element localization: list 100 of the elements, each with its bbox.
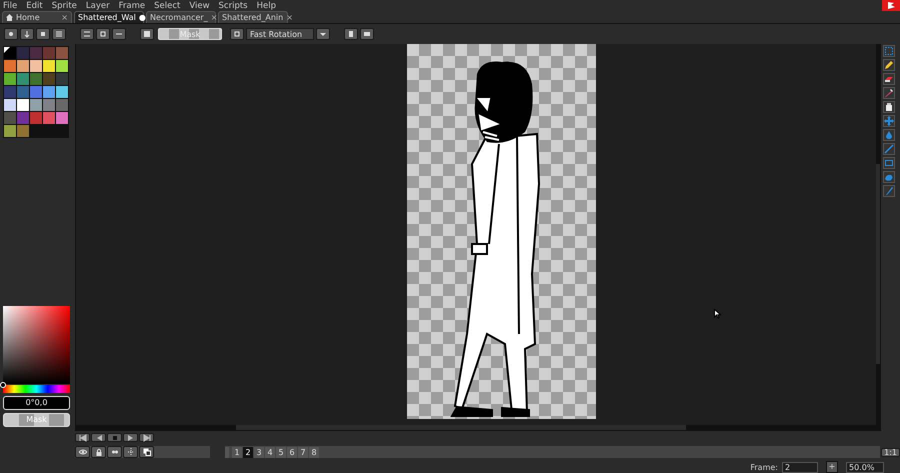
align-left-button[interactable] — [80, 28, 94, 40]
menu-item[interactable]: Help — [256, 0, 276, 10]
smudge-icon[interactable] — [884, 186, 894, 196]
horizontal-scrollbar[interactable] — [76, 425, 880, 430]
app-logo-icon — [882, 0, 900, 11]
dropdown-arrow-button[interactable] — [316, 28, 330, 40]
menu-item[interactable]: Scripts — [218, 0, 248, 10]
color-swatch[interactable] — [17, 112, 29, 124]
pivot-button[interactable] — [230, 28, 244, 40]
document-tab[interactable]: Home × — [2, 11, 72, 23]
first-frame-button[interactable] — [75, 433, 90, 442]
document-tab[interactable]: Necromancer_ × — [146, 11, 216, 23]
color-swatch[interactable] — [43, 60, 55, 72]
document-tab[interactable]: Shattered_Wal ● — [74, 11, 144, 23]
color-swatch[interactable] — [30, 60, 42, 72]
zoom-input[interactable]: 50.0% — [846, 462, 884, 472]
frame-header[interactable]: 2 — [243, 446, 253, 458]
frame-header[interactable]: 1 — [232, 446, 242, 458]
onion-skin-button[interactable] — [107, 446, 122, 458]
color-swatch[interactable] — [30, 112, 42, 124]
move-icon[interactable] — [884, 116, 894, 126]
pin-button[interactable] — [4, 28, 18, 40]
saturation-value-picker[interactable] — [3, 306, 70, 384]
frame-header[interactable]: 3 — [254, 446, 264, 458]
next-frame-button[interactable] — [123, 433, 138, 442]
menu-item[interactable]: View — [189, 0, 210, 10]
close-tab-button[interactable]: ● — [138, 13, 146, 22]
rotation-dropdown[interactable]: Fast Rotation — [246, 28, 314, 40]
color-swatch[interactable] — [56, 112, 68, 124]
color-swatch[interactable] — [43, 86, 55, 98]
color-swatch[interactable] — [56, 47, 68, 59]
frame-input[interactable]: 2 — [782, 462, 818, 472]
color-swatch[interactable] — [4, 60, 16, 72]
color-swatch[interactable] — [43, 73, 55, 85]
color-swatch[interactable] — [56, 99, 68, 111]
color-swatch[interactable] — [4, 47, 16, 59]
color-swatch[interactable] — [43, 112, 55, 124]
color-swatch[interactable] — [30, 73, 42, 85]
align-center-icon — [99, 30, 107, 38]
color-swatch[interactable] — [4, 86, 16, 98]
selection-mode-button[interactable] — [140, 28, 154, 40]
zoom-reset-button[interactable]: 1:1 — [881, 448, 900, 456]
lock-button[interactable] — [91, 446, 106, 458]
layer-button[interactable] — [139, 446, 154, 458]
color-swatch[interactable] — [17, 73, 29, 85]
color-swatch[interactable] — [17, 47, 29, 59]
list-button[interactable] — [52, 28, 66, 40]
rectangle-selection-icon[interactable] — [884, 46, 894, 56]
color-swatch[interactable] — [17, 86, 29, 98]
menu-item[interactable]: Frame — [118, 0, 146, 10]
frame-header[interactable]: 6 — [287, 446, 297, 458]
color-swatch[interactable] — [4, 125, 16, 137]
color-swatch[interactable] — [4, 112, 16, 124]
hand-icon[interactable] — [884, 102, 894, 112]
color-swatch[interactable] — [43, 47, 55, 59]
eye-button[interactable] — [75, 446, 90, 458]
frame-header[interactable]: 8 — [309, 446, 319, 458]
pixel-grid-button[interactable] — [344, 28, 358, 40]
frame-header[interactable]: 7 — [298, 446, 308, 458]
line-icon[interactable] — [884, 144, 894, 154]
color-swatch[interactable] — [17, 99, 29, 111]
add-button[interactable]: + — [826, 461, 838, 473]
menu-item[interactable]: Edit — [26, 0, 43, 10]
color-swatch[interactable] — [30, 86, 42, 98]
blob-icon[interactable] — [884, 172, 894, 182]
color-swatch[interactable] — [30, 99, 42, 111]
close-tab-button[interactable]: × — [210, 13, 218, 22]
menu-item[interactable]: Sprite — [52, 0, 77, 10]
list-icon — [55, 30, 63, 38]
tile-button[interactable] — [360, 28, 374, 40]
last-frame-button[interactable] — [139, 433, 154, 442]
color-swatch[interactable] — [4, 99, 16, 111]
color-swatch[interactable] — [56, 60, 68, 72]
paint-bucket-icon[interactable] — [884, 130, 894, 140]
stop-button[interactable] — [36, 28, 50, 40]
eraser-icon[interactable] — [884, 74, 894, 84]
color-swatch[interactable] — [43, 99, 55, 111]
color-swatch[interactable] — [30, 47, 42, 59]
color-swatch[interactable] — [17, 125, 29, 137]
menu-item[interactable]: Layer — [86, 0, 110, 10]
link-cels-button[interactable] — [123, 446, 138, 458]
color-swatch[interactable] — [4, 73, 16, 85]
frame-header[interactable]: 4 — [265, 446, 275, 458]
hue-slider-thumb[interactable] — [0, 382, 6, 388]
previous-frame-button[interactable] — [91, 433, 106, 442]
close-tab-button[interactable]: × — [61, 13, 68, 22]
menu-item[interactable]: File — [3, 0, 18, 10]
align-right-button[interactable] — [112, 28, 126, 40]
pencil-icon[interactable] — [884, 60, 894, 70]
frame-header[interactable]: 5 — [276, 446, 286, 458]
layer-icon — [142, 448, 150, 456]
move-down-button[interactable] — [20, 28, 34, 40]
color-swatch[interactable] — [56, 86, 68, 98]
close-tab-button[interactable]: × — [286, 13, 293, 22]
color-swatch[interactable] — [56, 73, 68, 85]
rectangle-icon[interactable] — [884, 158, 894, 168]
eyedropper-icon[interactable] — [884, 88, 894, 98]
color-swatch[interactable] — [17, 60, 29, 72]
menu-item[interactable]: Select — [154, 0, 180, 10]
align-center-button[interactable] — [96, 28, 110, 40]
